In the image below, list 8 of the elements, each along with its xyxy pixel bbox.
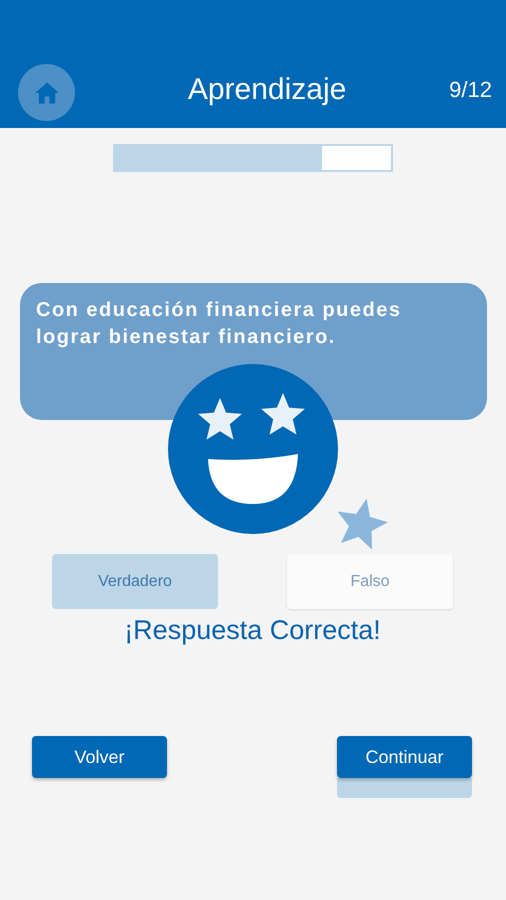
question-text: Con educación financiera puedes lograr bienestar financiero. [36,298,402,350]
smiley-icon [168,364,338,534]
screen-title: Aprendizaje [186,73,348,108]
answer-option[interactable]: Verdadero [52,554,218,609]
back-button[interactable]: Volver [32,736,167,778]
continue-button[interactable]: Continuar [337,736,472,778]
result-message: ¡Respuesta Correcta! [123,615,382,646]
question-counter: 9/12 [449,77,492,104]
